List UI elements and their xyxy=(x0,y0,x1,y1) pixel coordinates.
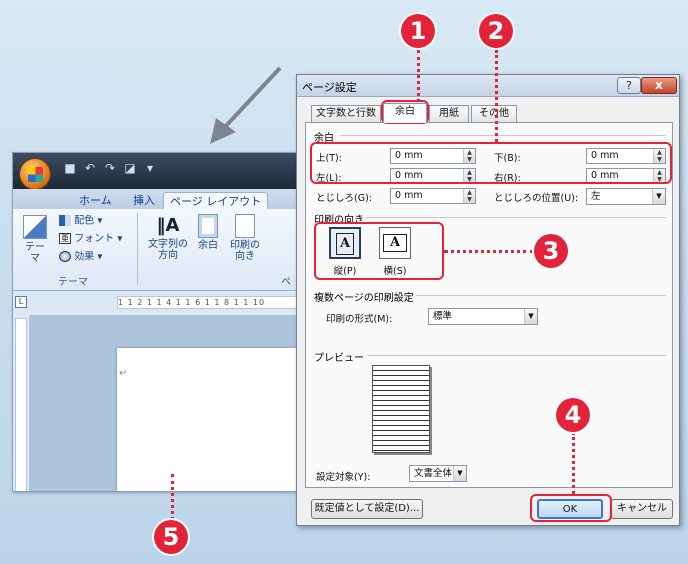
text-direction-button[interactable]: ‖A 文字列の 方向 xyxy=(147,213,189,261)
dialog-title: ページ設定 xyxy=(302,81,357,94)
theme-label: テーマ xyxy=(25,242,45,264)
connector-5 xyxy=(171,474,174,520)
effects-icon xyxy=(59,251,71,262)
effects-label: 効果 xyxy=(74,251,95,263)
spinner-icon[interactable]: ▲ ▼ xyxy=(463,189,475,203)
theme-button[interactable]: テーマ xyxy=(21,215,49,264)
theme-group-label: テーマ xyxy=(58,277,88,288)
set-as-default-button[interactable]: 既定値として設定(D)... xyxy=(311,499,423,519)
fonts-icon: 亜 xyxy=(59,233,71,244)
text-direction-label-1: 文字列の xyxy=(148,239,188,250)
step-badge-4: 4 xyxy=(556,398,590,432)
ribbon-tab-bar: ホーム 挿入 ページ レイアウト xyxy=(13,189,301,209)
connector-3 xyxy=(444,250,534,253)
close-button[interactable]: x xyxy=(641,77,677,94)
tab-other[interactable]: その他 xyxy=(471,105,517,123)
highlight-ok-button xyxy=(530,494,612,522)
theme-icon xyxy=(23,215,47,239)
tab-page-layout[interactable]: ページ レイアウト xyxy=(163,192,269,209)
chevron-down-icon[interactable]: ▼ xyxy=(524,309,537,324)
pointer-arrow-icon xyxy=(210,66,282,144)
apply-to-select[interactable]: 文書全体 ▼ xyxy=(409,465,467,482)
group-divider xyxy=(137,213,138,285)
preview-page xyxy=(372,365,430,453)
step-badge-5: 5 xyxy=(154,520,188,554)
word-title-bar: ■ ↶ ↷ ◪ ▾ xyxy=(13,153,301,190)
orientation-icon xyxy=(235,214,255,238)
fonts-button[interactable]: 亜 フォント ▾ xyxy=(59,233,122,245)
chevron-down-icon[interactable]: ▼ xyxy=(652,189,665,204)
margins-button[interactable]: 余白 xyxy=(193,213,223,251)
gutter-label: とじしろ(G): xyxy=(316,193,372,204)
highlight-margin-fields xyxy=(310,142,672,184)
divider xyxy=(340,135,666,136)
effects-button[interactable]: 効果 ▾ xyxy=(59,251,102,263)
dialog-title-bar: ページ設定 ? x xyxy=(297,75,679,97)
gutter-input[interactable]: 0 mm ▲ ▼ xyxy=(390,188,476,204)
redo-icon[interactable]: ↷ xyxy=(103,161,117,175)
ruler-row: L 1 1 2 1 1 4 1 1 6 1 1 8 1 1 10 xyxy=(13,293,301,313)
save-icon[interactable]: ■ xyxy=(63,161,77,175)
undo-icon[interactable]: ↶ xyxy=(83,161,97,175)
multiple-pages-label: 印刷の形式(M): xyxy=(326,314,393,325)
ribbon: テーマ 配色 ▾ 亜 フォント ▾ 効果 ▾ テーマ ‖A 文字列の 方向 余白… xyxy=(13,209,301,291)
gutter-position-select[interactable]: 左 ▼ xyxy=(586,188,666,205)
fonts-label: フォント xyxy=(74,233,115,245)
office-logo-icon xyxy=(28,167,43,182)
margins-icon xyxy=(198,214,218,238)
divider xyxy=(368,355,666,356)
colors-label: 配色 xyxy=(74,215,95,227)
customize-toolbar-icon[interactable]: ▾ xyxy=(143,161,157,175)
multiple-pages-value: 標準 xyxy=(433,311,453,322)
margins-label: 余白 xyxy=(198,240,218,251)
apply-to-value: 文書全体 xyxy=(414,468,453,479)
step-badge-1: 1 xyxy=(401,14,435,48)
paragraph-mark: ↵ xyxy=(119,368,128,379)
divider xyxy=(366,217,666,218)
colors-button[interactable]: 配色 ▾ xyxy=(59,215,102,227)
orientation-label-2: 向き xyxy=(235,251,255,262)
office-button[interactable] xyxy=(19,158,51,190)
text-direction-label-2: 方向 xyxy=(158,250,178,261)
tab-selector[interactable]: L xyxy=(15,296,27,308)
text-direction-icon: ‖A xyxy=(156,215,180,236)
print-preview-icon[interactable]: ◪ xyxy=(123,161,137,175)
chevron-down-icon[interactable]: ▼ xyxy=(453,466,466,481)
page-setup-group-label: ペ xyxy=(281,277,291,288)
divider xyxy=(416,295,666,296)
connector-4 xyxy=(572,432,575,494)
help-button[interactable]: ? xyxy=(617,77,641,94)
tab-paper[interactable]: 用紙 xyxy=(429,105,469,123)
step-badge-2: 2 xyxy=(479,14,513,48)
apply-to-label: 設定対象(Y): xyxy=(316,472,371,483)
horizontal-ruler[interactable]: 1 1 2 1 1 4 1 1 6 1 1 8 1 1 10 xyxy=(117,296,301,309)
word-window: ■ ↶ ↷ ◪ ▾ ホーム 挿入 ページ レイアウト テーマ 配色 ▾ 亜 フォ… xyxy=(12,152,302,492)
document-page[interactable] xyxy=(117,348,301,491)
tab-characters-lines[interactable]: 文字数と行数 xyxy=(311,105,381,123)
cancel-button[interactable]: キャンセル xyxy=(611,499,673,519)
tab-margins[interactable]: 余白 xyxy=(383,103,427,123)
highlight-orientation xyxy=(314,222,444,280)
vertical-ruler[interactable] xyxy=(15,318,27,491)
multiple-pages-select[interactable]: 標準 ▼ xyxy=(428,308,538,325)
gutter-position-value: 左 xyxy=(591,191,601,202)
connector-1 xyxy=(417,50,420,102)
multiple-pages-section-title: 複数ページの印刷設定 xyxy=(314,293,414,304)
gutter-position-label: とじしろの位置(U): xyxy=(494,193,579,204)
tab-insert[interactable]: 挿入 xyxy=(127,192,161,209)
gutter-value: 0 mm xyxy=(395,190,423,201)
orientation-label-1: 印刷の xyxy=(230,240,260,251)
connector-2 xyxy=(495,50,498,142)
colors-icon xyxy=(59,215,71,226)
step-badge-3: 3 xyxy=(534,234,568,268)
tab-home[interactable]: ホーム xyxy=(73,192,118,209)
orientation-button[interactable]: 印刷の 向き xyxy=(227,213,263,262)
preview-section-title: プレビュー xyxy=(314,353,364,364)
